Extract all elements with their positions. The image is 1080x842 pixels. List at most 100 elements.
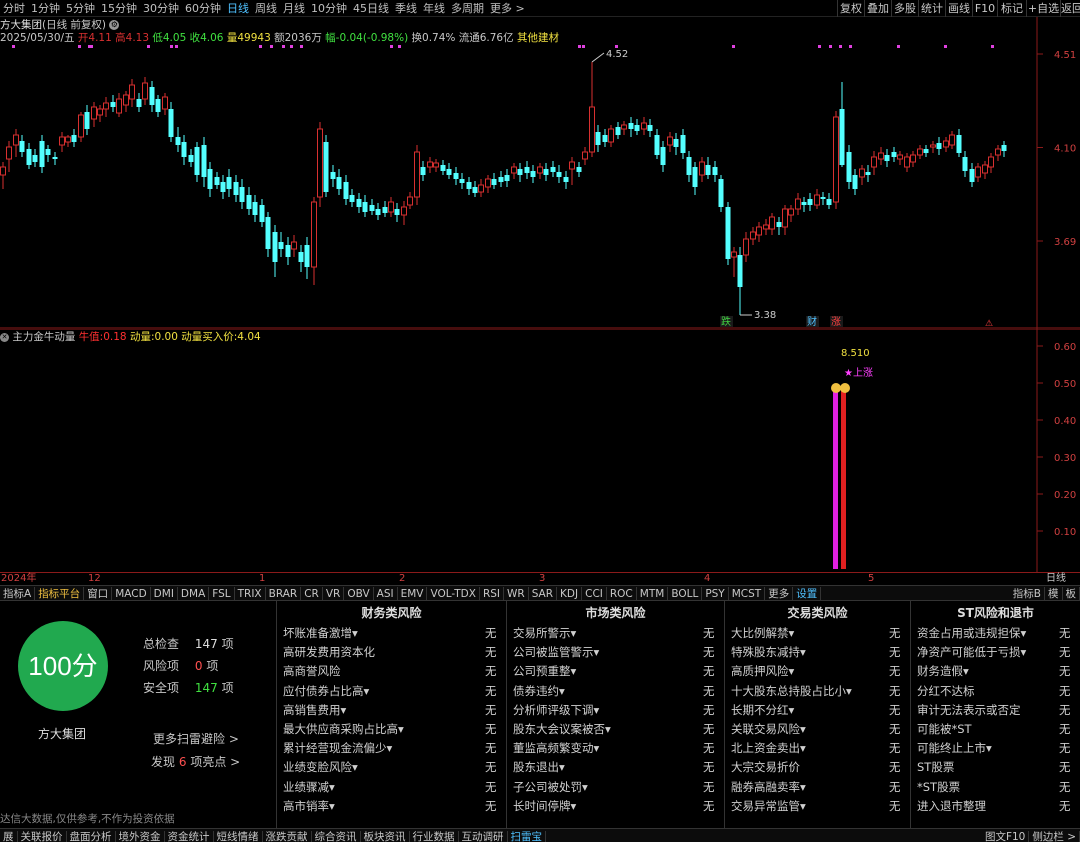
candle-body[interactable] [769,216,775,230]
candle-body[interactable] [1001,145,1007,151]
event-marker[interactable] [390,45,393,48]
bottom-nav-item[interactable]: 盘面分析 [67,831,116,842]
candle-body[interactable] [737,255,743,287]
event-marker[interactable] [398,45,401,48]
event-marker[interactable] [90,45,93,48]
period-item[interactable]: 周线 [252,0,280,17]
candle-body[interactable] [0,166,6,176]
candle-body[interactable] [116,98,122,114]
candlestick-chart[interactable]: 4.51 4.10 3.69 4.52 3.38 跌 财 涨 ⚠ [0,17,1080,329]
candle-body[interactable] [97,108,103,116]
event-marker[interactable] [282,45,285,48]
candle-body[interactable] [846,152,852,182]
candle-body[interactable] [576,167,582,172]
risk-item[interactable]: 分红不达标 [917,683,975,699]
indicator-tab[interactable]: 指标A [0,587,36,601]
candle-body[interactable] [149,87,155,105]
indicator-tab[interactable]: EMV [398,587,428,601]
indicator-tab[interactable]: 模 [1045,587,1063,601]
candle-body[interactable] [930,144,936,148]
risk-item[interactable]: 业绩变脸风险▾ [283,759,358,775]
candle-body[interactable] [252,202,258,215]
candle-body[interactable] [278,242,284,249]
risk-item[interactable]: 财务造假▾ [917,663,969,679]
candle-body[interactable] [317,128,323,198]
candle-body[interactable] [956,135,962,153]
risk-item[interactable]: 长时间停牌▾ [513,798,576,814]
indicator-tab[interactable]: ASI [374,587,398,601]
risk-item[interactable]: 交易所警示▾ [513,625,576,641]
event-marker[interactable] [175,45,178,48]
period-item[interactable]: 更多 > [487,0,528,17]
candle-body[interactable] [517,169,523,175]
indicator-tab[interactable]: 板 [1063,587,1080,601]
candle-body[interactable] [654,135,660,155]
event-badge[interactable]: 涨 [831,316,841,328]
candle-body[interactable] [220,182,226,192]
candle-body[interactable] [884,155,890,161]
candle-body[interactable] [608,128,614,143]
toolbar-button[interactable]: 返回 [1060,0,1080,17]
candle-body[interactable] [420,167,426,175]
candle-body[interactable] [194,147,200,175]
bottom-nav-item[interactable]: 综合资讯 [312,831,361,842]
candle-body[interactable] [382,207,388,213]
candle-body[interactable] [897,154,903,160]
candle-body[interactable] [865,172,871,175]
candle-body[interactable] [833,116,839,203]
candle-body[interactable] [246,195,252,209]
risk-item[interactable]: 业绩骤减▾ [283,779,335,795]
candle-body[interactable] [628,123,634,129]
candle-body[interactable] [433,162,439,168]
candle-body[interactable] [731,251,737,258]
candle-body[interactable] [407,196,413,206]
risk-item[interactable]: 资金占用或违规担保▾ [917,625,1026,641]
indicator-tab[interactable]: MACD [112,587,151,601]
candle-body[interactable] [323,142,329,192]
risk-item[interactable]: 高销售费用▾ [283,702,346,718]
risk-item[interactable]: 应付债券占比高▾ [283,683,369,699]
candle-body[interactable] [949,134,955,146]
indicator-tab[interactable]: VR [323,587,345,601]
period-item[interactable]: 年线 [420,0,448,17]
candle-body[interactable] [32,155,38,162]
risk-item[interactable]: 公司被监管警示▾ [513,644,599,660]
candle-body[interactable] [975,166,981,178]
bottom-nav-item[interactable]: 短线情绪 [214,831,263,842]
toolbar-button[interactable]: 叠加 [864,0,891,17]
candle-body[interactable] [988,156,994,168]
indicator-tab[interactable]: SAR [529,587,558,601]
indicator-tab[interactable]: 指标B [1010,587,1045,601]
candle-body[interactable] [634,125,640,131]
candle-body[interactable] [763,224,769,230]
risk-item[interactable]: *ST股票 [917,779,960,795]
candle-body[interactable] [162,96,168,110]
candle-body[interactable] [446,169,452,175]
candle-body[interactable] [52,157,58,159]
candle-body[interactable] [175,137,181,145]
risk-item[interactable]: 大比例解禁▾ [731,625,794,641]
candle-body[interactable] [453,173,459,179]
candle-body[interactable] [582,151,588,160]
event-marker[interactable] [300,45,303,48]
candle-body[interactable] [285,245,291,257]
risk-item[interactable]: 子公司被处罚▾ [513,779,588,795]
candle-body[interactable] [801,202,807,205]
candle-body[interactable] [589,106,595,153]
candle-body[interactable] [891,152,897,157]
event-marker[interactable] [849,45,852,48]
period-item[interactable]: 10分钟 [308,0,350,17]
candle-body[interactable] [91,106,97,120]
risk-item[interactable]: 可能终止上市▾ [917,740,992,756]
candle-body[interactable] [852,175,858,189]
candle-body[interactable] [750,231,756,240]
candle-body[interactable] [537,166,543,174]
candle-body[interactable] [923,149,929,153]
candle-body[interactable] [129,84,135,100]
indicator-tab[interactable]: CR [301,587,323,601]
candle-body[interactable] [478,184,484,193]
candle-body[interactable] [6,146,12,160]
candle-body[interactable] [776,222,782,227]
event-marker[interactable] [732,45,735,48]
candle-body[interactable] [142,82,148,100]
